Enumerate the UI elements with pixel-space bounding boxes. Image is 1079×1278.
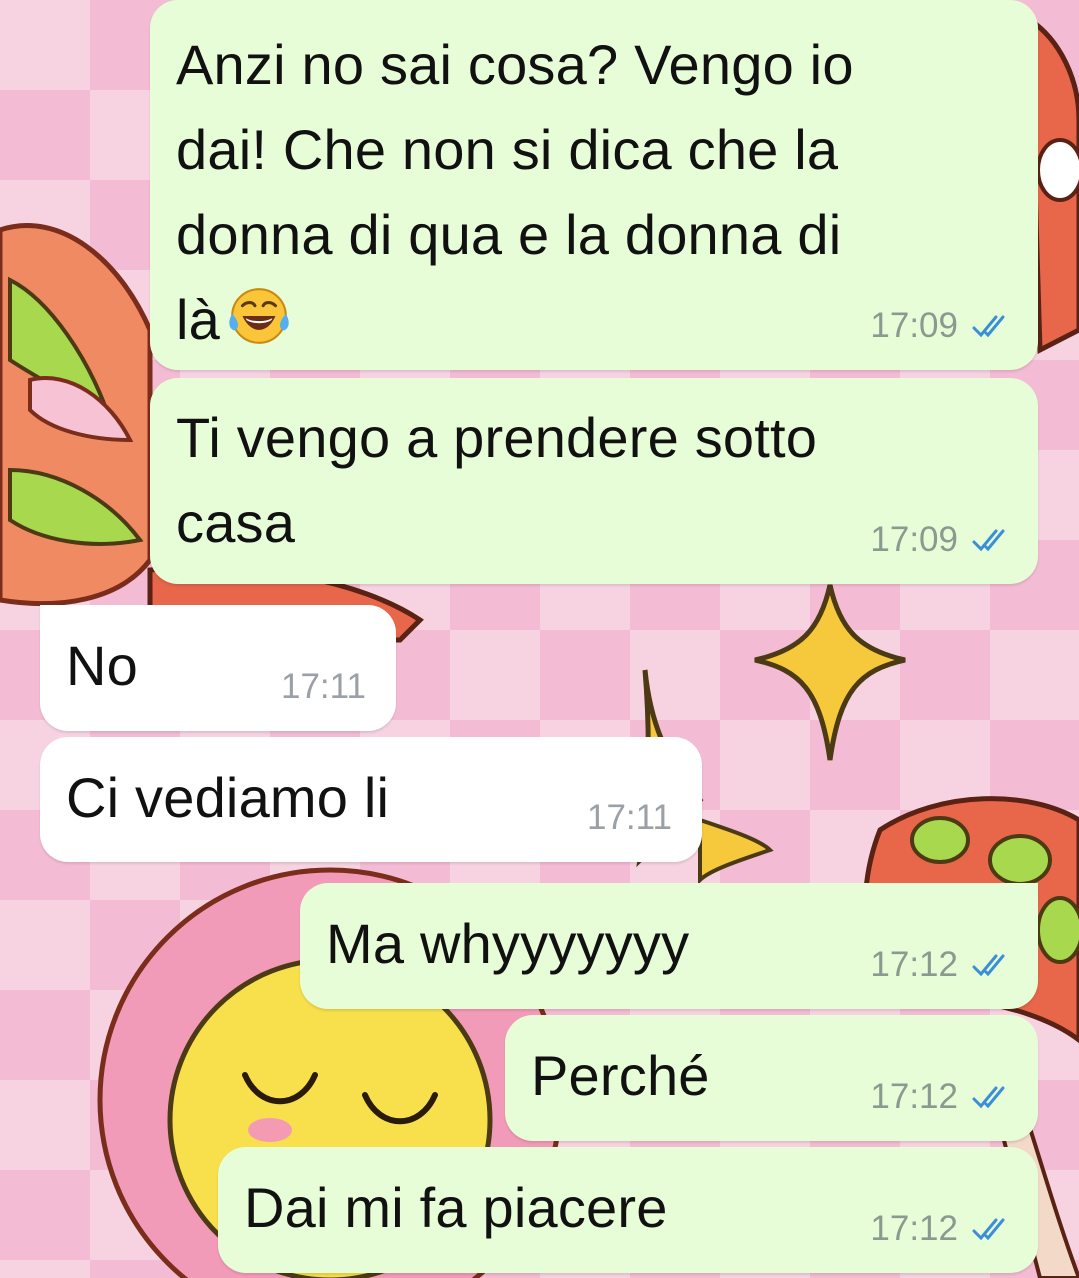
message-text: Ti vengo a prendere sotto casa: [176, 406, 818, 554]
message-time: 17:09: [870, 306, 958, 345]
message-meta: 17:12: [870, 1077, 1014, 1117]
message-bubble-outgoing[interactable]: Ti vengo a prendere sotto casa 17:09: [150, 378, 1038, 584]
message-text: Anzi no sai cosa? Vengo io dai! Che non …: [176, 33, 854, 351]
message-meta: 17:09: [870, 306, 1014, 346]
message-text: No: [66, 634, 138, 697]
message-bubble-outgoing[interactable]: Dai mi fa piacere 17:12: [218, 1147, 1038, 1273]
double-check-read-icon: [972, 529, 1005, 552]
double-check-read-icon: [972, 1086, 1005, 1109]
message-bubble-outgoing[interactable]: Ma whyyyyyyy 17:12: [300, 883, 1038, 1009]
double-check-read-icon: [972, 954, 1005, 977]
message-bubble-incoming[interactable]: No 17:11: [40, 605, 396, 731]
message-meta: 17:11: [587, 798, 672, 838]
message-text: Perché: [531, 1044, 710, 1107]
message-text: Ci vediamo li: [66, 766, 390, 829]
message-time: 17:12: [870, 1209, 958, 1248]
message-meta: 17:12: [870, 945, 1014, 985]
message-time: 17:11: [587, 798, 672, 837]
message-meta: 17:11: [281, 667, 366, 707]
message-time: 17:12: [870, 945, 958, 984]
double-check-read-icon: [972, 315, 1005, 338]
message-time: 17:09: [870, 520, 958, 559]
message-meta: 17:12: [870, 1209, 1014, 1249]
message-bubble-outgoing[interactable]: Perché 17:12: [505, 1015, 1038, 1141]
message-bubble-outgoing[interactable]: Anzi no sai cosa? Vengo io dai! Che non …: [150, 0, 1038, 370]
face-with-tears-of-joy-icon: [229, 288, 289, 344]
message-text: Ma whyyyyyyy: [326, 912, 690, 975]
message-meta: 17:09: [870, 520, 1014, 560]
double-check-read-icon: [972, 1218, 1005, 1241]
message-time: 17:12: [870, 1077, 958, 1116]
message-time: 17:11: [281, 667, 366, 706]
message-bubble-incoming[interactable]: Ci vediamo li 17:11: [40, 737, 702, 862]
message-text: Dai mi fa piacere: [244, 1176, 668, 1239]
